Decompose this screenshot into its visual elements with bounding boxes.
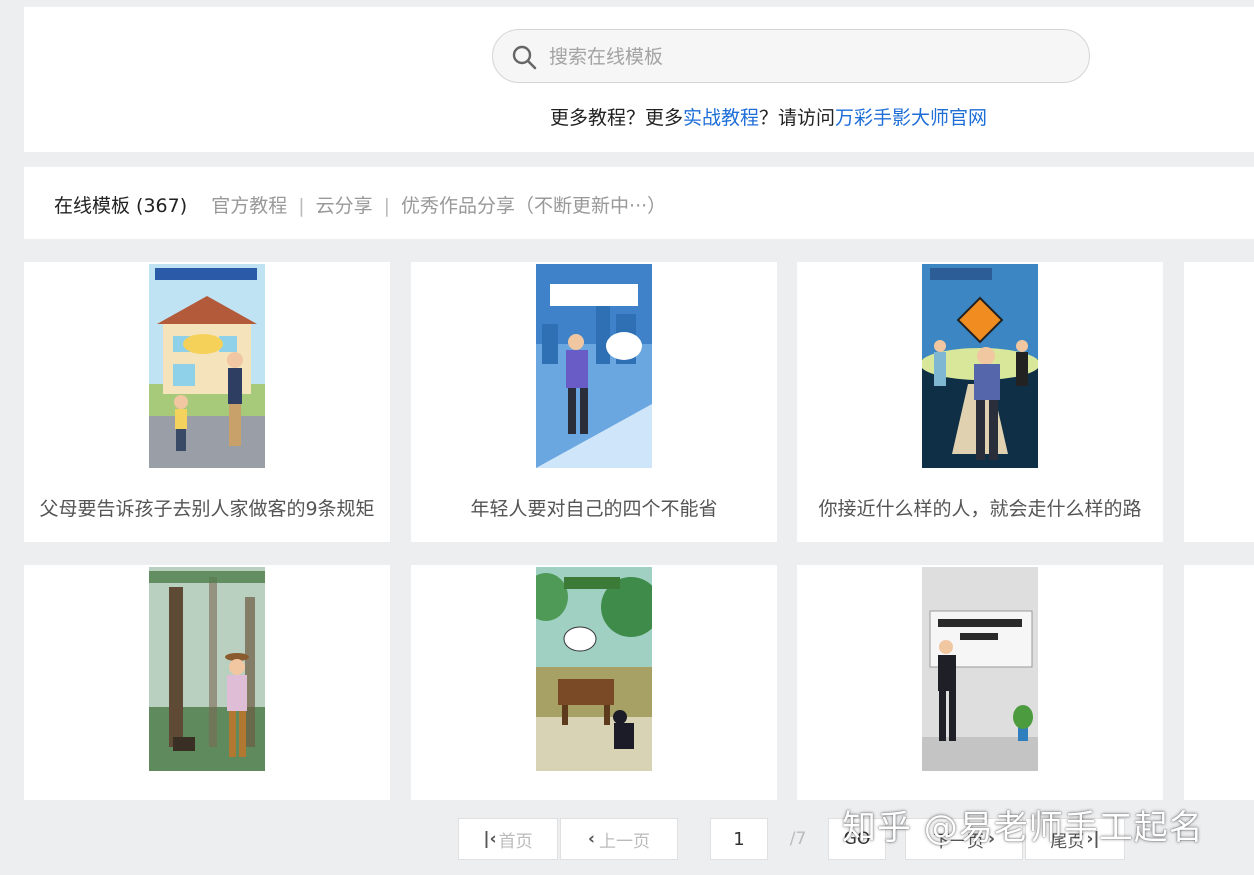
tab-separator: | [383,195,391,217]
tab-cloud-share[interactable]: 云分享 [316,195,373,217]
tab-online-templates[interactable]: 在线模板 (367) [54,195,187,217]
search-panel: 更多教程？更多实战教程？请访问万彩手影大师官网 [24,7,1254,152]
template-thumbnail[interactable] [149,567,265,771]
tab-bar: 在线模板 (367) 官方教程 | 云分享 | 优秀作品分享（不断更新中···） [54,191,666,218]
promo-text: 更多教程？更多实战教程？请访问万彩手影大师官网 [550,103,987,130]
template-title[interactable]: 父母要告诉孩子去别人家做客的9条规矩 [24,494,390,521]
template-thumbnail[interactable] [922,567,1038,771]
tab-featured-works[interactable]: 优秀作品分享（不断更新中···） [401,195,666,217]
total-pages: /7 [789,829,807,849]
search-icon [512,45,537,70]
first-page-icon: |‹ [483,829,497,849]
template-thumbnail[interactable] [922,264,1038,468]
template-card[interactable] [1184,565,1254,800]
tab-official-tutorials[interactable]: 官方教程 [211,195,287,217]
first-page-button[interactable]: |‹ 首页 [458,818,558,860]
search-input[interactable] [547,42,1051,72]
template-thumbnail[interactable] [536,264,652,468]
first-page-label: 首页 [498,831,533,852]
prev-page-label: 上一页 [599,831,650,852]
template-card[interactable] [797,565,1163,800]
promo-text-part1: 更多教程？更多 [550,107,684,129]
promo-text-part2: ？请访问 [759,107,836,129]
template-card[interactable]: 年轻人要对自己的四个不能省 [411,262,777,542]
chevron-left-icon: ‹ [587,829,595,849]
watermark: 知乎 @易老师手工起名 [842,808,1204,848]
page-number-input[interactable] [710,818,768,860]
template-card[interactable] [1184,262,1254,542]
template-title[interactable]: 你接近什么样的人，就会走什么样的路 [797,494,1163,521]
tab-separator: | [298,195,305,217]
official-site-link[interactable]: 万彩手影大师官网 [835,107,987,129]
template-card[interactable]: 你接近什么样的人，就会走什么样的路 [797,262,1163,542]
tutorial-link[interactable]: 实战教程 [683,107,759,129]
template-thumbnail[interactable] [536,567,652,771]
template-thumbnail[interactable] [149,264,265,468]
tab-panel: 在线模板 (367) 官方教程 | 云分享 | 优秀作品分享（不断更新中···） [24,167,1254,239]
template-card[interactable]: 父母要告诉孩子去别人家做客的9条规矩 [24,262,390,542]
template-card[interactable] [411,565,777,800]
template-title[interactable]: 年轻人要对自己的四个不能省 [411,494,777,521]
search-box[interactable] [492,29,1090,83]
template-card[interactable] [24,565,390,800]
prev-page-button[interactable]: ‹ 上一页 [560,818,678,860]
